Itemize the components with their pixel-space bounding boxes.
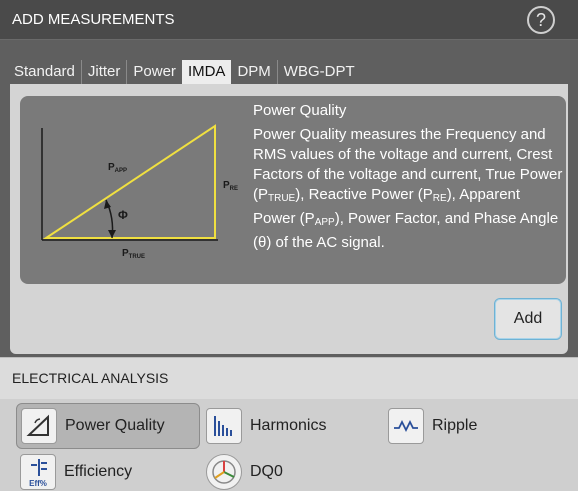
power-quality-icon: [21, 408, 57, 444]
dq0-icon: [206, 453, 242, 490]
p-true-label: PTRUE: [122, 248, 145, 260]
section-title: ELECTRICAL ANALYSIS: [12, 370, 169, 386]
help-icon: ?: [535, 10, 546, 30]
measurement-item-label: Efficiency: [64, 462, 133, 480]
measurement-item-label: DQ0: [250, 462, 283, 480]
tab-wbg-dpt[interactable]: WBG-DPT: [276, 60, 361, 84]
angle-arrow-up: [104, 200, 111, 209]
tab-jitter[interactable]: Jitter: [80, 60, 127, 84]
dialog-title: ADD MEASUREMENTS: [12, 11, 175, 28]
angle-label: Φ: [118, 208, 128, 222]
p-app-label: PAPP: [108, 162, 127, 174]
p-re-label: PRE: [223, 180, 238, 192]
power-triangle-diagram: Φ PAPP PRE PTRUE: [41, 124, 238, 260]
measurement-item-label: Harmonics: [250, 417, 327, 434]
measurement-title: Power Quality: [253, 102, 347, 119]
ripple-icon: [388, 408, 424, 444]
tab-dpm[interactable]: DPM: [231, 60, 276, 84]
power-triangle: [42, 124, 216, 239]
measurement-tabs: Standard Jitter Power IMDA DPM WBG-DPT: [8, 60, 361, 84]
tab-standard[interactable]: Standard: [8, 60, 81, 84]
tab-imda[interactable]: IMDA: [181, 60, 232, 84]
measurement-description: Power Quality measures the Frequency and…: [253, 126, 563, 251]
help-button[interactable]: ?: [527, 6, 555, 34]
measurement-item-harmonics[interactable]: Harmonics: [202, 403, 382, 449]
add-button[interactable]: Add: [494, 298, 562, 340]
svg-text:Eff%: Eff%: [29, 479, 47, 488]
measurement-item-label: Ripple: [432, 417, 478, 434]
measurement-item-efficiency[interactable]: Eff% Efficiency: [16, 452, 200, 491]
measurement-item-power-quality[interactable]: Power Quality: [16, 403, 200, 449]
efficiency-icon: Eff%: [20, 453, 56, 490]
measurement-item-label: Power Quality: [65, 417, 165, 434]
angle-arrow-down: [108, 230, 116, 238]
measurement-item-dq0[interactable]: DQ0: [202, 452, 382, 491]
measurement-item-ripple[interactable]: Ripple: [384, 403, 564, 449]
harmonics-icon: [206, 408, 242, 444]
tab-power[interactable]: Power: [126, 60, 182, 84]
